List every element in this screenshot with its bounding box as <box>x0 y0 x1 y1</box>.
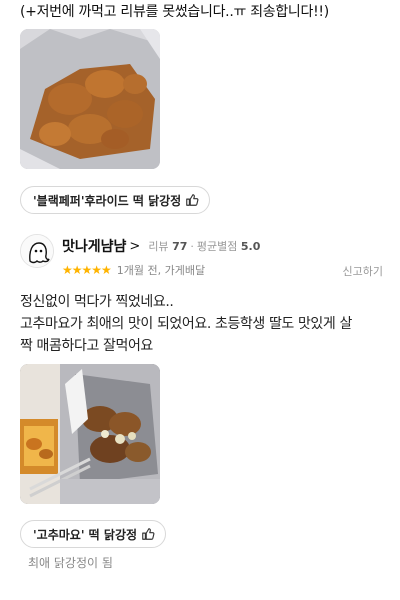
previous-review-text-tail: (+저번에 까먹고 리뷰를 못썼습니다..ㅠ 죄송합니다!!) <box>20 4 329 20</box>
reviewer-nickname[interactable]: 맛나게냠냠 <box>62 236 126 256</box>
menu-chip-label: '블랙페퍼'후라이드 떡 닭강정 <box>33 193 182 208</box>
reviewer-stats: 리뷰 77 · 평균별점 5.0 <box>148 240 261 253</box>
review-body-line: 고추마요가 최애의 맛이 되었어요. 초등학생 딸도 맛있게 살 <box>20 316 352 332</box>
review-footer-note: 최애 닭강정이 됨 <box>28 556 113 570</box>
thumbs-up-icon <box>185 193 199 207</box>
menu-chip-label: '고추마요' 떡 닭강정 <box>33 527 138 542</box>
thumbs-up-icon <box>141 527 155 541</box>
report-button[interactable]: 신고하기 <box>343 263 383 279</box>
review-photo-gochu-mayo[interactable] <box>20 364 160 504</box>
review-body-line: 짝 매콤하다고 잘먹어요 <box>20 338 153 354</box>
review-count-label: 리뷰 <box>148 240 169 253</box>
review-body-line: 정신없이 먹다가 찍었네요.. <box>20 294 174 310</box>
review-header: 맛나게냠냠 > 리뷰 77 · 평균별점 5.0 ★★★★★ 1개월 전, 가게배달… <box>20 232 385 280</box>
menu-chip-black-pepper[interactable]: '블랙페퍼'후라이드 떡 닭강정 <box>20 186 211 214</box>
review-photo-fried-chicken[interactable] <box>20 29 160 169</box>
chevron-right-icon[interactable]: > <box>129 239 140 254</box>
review-count-value: 77 <box>172 240 188 253</box>
review-date-delivery: 1개월 전, 가게배달 <box>116 264 206 277</box>
review-body: 정신없이 먹다가 찍었네요.. 고추마요가 최애의 맛이 되었어요. 초등학생 … <box>20 291 390 357</box>
menu-chip-gochu-mayo[interactable]: '고추마요' 떡 닭강정 <box>20 520 167 548</box>
ghost-avatar-icon[interactable] <box>20 234 54 268</box>
avg-rating-value: 5.0 <box>240 240 261 253</box>
avg-rating-label: 평균별점 <box>196 240 238 253</box>
star-rating: ★★★★★ <box>62 263 112 277</box>
